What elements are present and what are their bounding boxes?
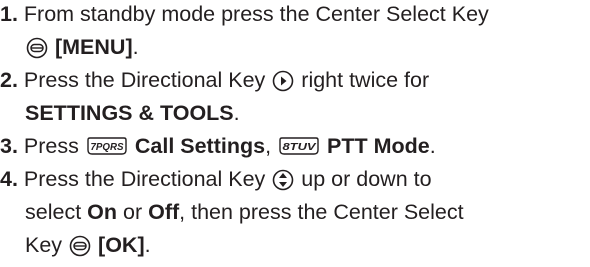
key-glyph: 8TUV (283, 142, 318, 153)
instruction-document: 1. From standby mode press the Center Se… (0, 0, 590, 259)
step-text: or (123, 200, 143, 224)
punctuation: . (132, 35, 139, 59)
step-number: 3. (0, 134, 18, 158)
menu-softkey-label: [MENU] (54, 35, 133, 59)
step-4: 4. Press the Directional Key up or down … (0, 163, 590, 262)
step-3: 3. Press 7PQRS Call Settings, 8TUV PTT M… (0, 130, 590, 163)
step-text: From standby mode press the Center Selec… (23, 2, 489, 26)
punctuation: . (429, 134, 436, 158)
step-number: 1. (0, 2, 18, 26)
separator: , (265, 134, 272, 158)
step-2: 2. Press the Directional Key right twice… (0, 64, 590, 130)
ptt-mode-label: PTT Mode (327, 134, 430, 158)
step-text: Key (25, 233, 63, 257)
step-1: 1. From standby mode press the Center Se… (0, 0, 590, 64)
punctuation: . (144, 233, 151, 257)
step-text: right twice for (301, 68, 430, 92)
center-select-key-icon (69, 234, 91, 267)
step-text: Press (23, 134, 79, 158)
key-glyph: 7PQRS (90, 142, 123, 153)
settings-tools-label: SETTINGS & TOOLS (25, 101, 234, 125)
off-option-label: Off (148, 200, 180, 224)
7-pqrs-key-icon: 7PQRS (86, 133, 128, 166)
step-text: Press the Directional Key (23, 167, 266, 191)
8-tuv-key-icon: 8TUV (278, 133, 320, 166)
step-text: select (25, 200, 82, 224)
step-text: up or down to (301, 167, 432, 191)
on-option-label: On (87, 200, 118, 224)
ok-softkey-label: [OK] (98, 233, 145, 257)
call-settings-label: Call Settings (134, 134, 266, 158)
step-text: , then press the Center Select (179, 200, 464, 224)
step-text: Press the Directional Key (23, 68, 266, 92)
step-number: 2. (0, 68, 18, 92)
directional-right-key-icon (272, 69, 294, 102)
punctuation: . (233, 101, 240, 125)
step-number: 4. (0, 167, 18, 191)
